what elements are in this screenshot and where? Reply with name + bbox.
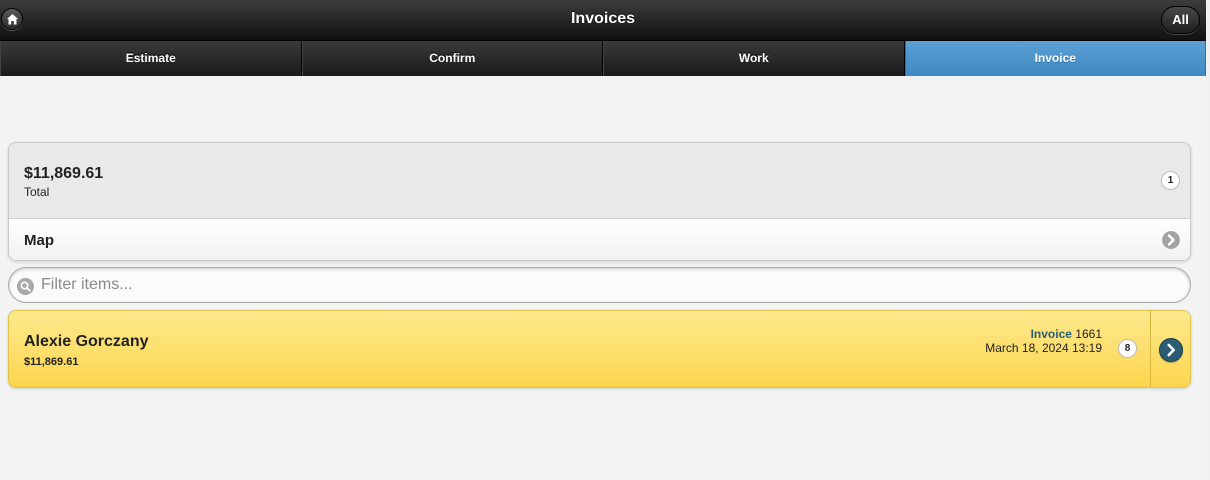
item-detail-button[interactable] <box>1150 311 1190 387</box>
item-count-badge: 8 <box>1118 339 1137 358</box>
customer-name: Alexie Gorczany <box>24 333 149 350</box>
summary-list: $11,869.61 Total 1 Map <box>8 142 1191 261</box>
total-label: Total <box>24 185 50 199</box>
invoice-type-label: Invoice <box>1030 327 1072 341</box>
page-title: Invoices <box>570 10 636 27</box>
all-button[interactable]: All <box>1161 6 1200 34</box>
search-icon <box>17 278 34 295</box>
arrow-right-icon <box>1159 338 1183 362</box>
tab-confirm[interactable]: Confirm <box>301 41 603 76</box>
map-link[interactable]: Map <box>9 219 1190 260</box>
tab-invoice[interactable]: Invoice <box>904 41 1206 76</box>
invoice-datetime: March 18, 2024 13:19 <box>985 341 1102 355</box>
filter-input[interactable] <box>39 272 1179 298</box>
arrow-right-icon <box>1162 231 1180 249</box>
map-label: Map <box>24 232 54 249</box>
tab-bar: Estimate Confirm Work Invoice <box>0 41 1206 76</box>
filter-field[interactable] <box>8 267 1191 303</box>
invoice-amount: $11,869.61 <box>24 356 79 368</box>
total-count-badge: 1 <box>1161 171 1180 190</box>
content-area: $11,869.61 Total 1 Map Alexie Gorczany $… <box>0 77 1206 480</box>
tab-estimate[interactable]: Estimate <box>0 41 302 76</box>
invoice-list-item[interactable]: Alexie Gorczany $11,869.61 Invoice 1661 … <box>8 310 1191 388</box>
header-bar: Invoices All <box>0 0 1206 41</box>
total-row: $11,869.61 Total 1 <box>9 143 1190 219</box>
invoice-number: 1661 <box>1075 327 1102 341</box>
total-amount: $11,869.61 <box>24 165 104 182</box>
invoice-meta: Invoice 1661 March 18, 2024 13:19 <box>985 327 1102 355</box>
tab-work[interactable]: Work <box>603 41 905 76</box>
